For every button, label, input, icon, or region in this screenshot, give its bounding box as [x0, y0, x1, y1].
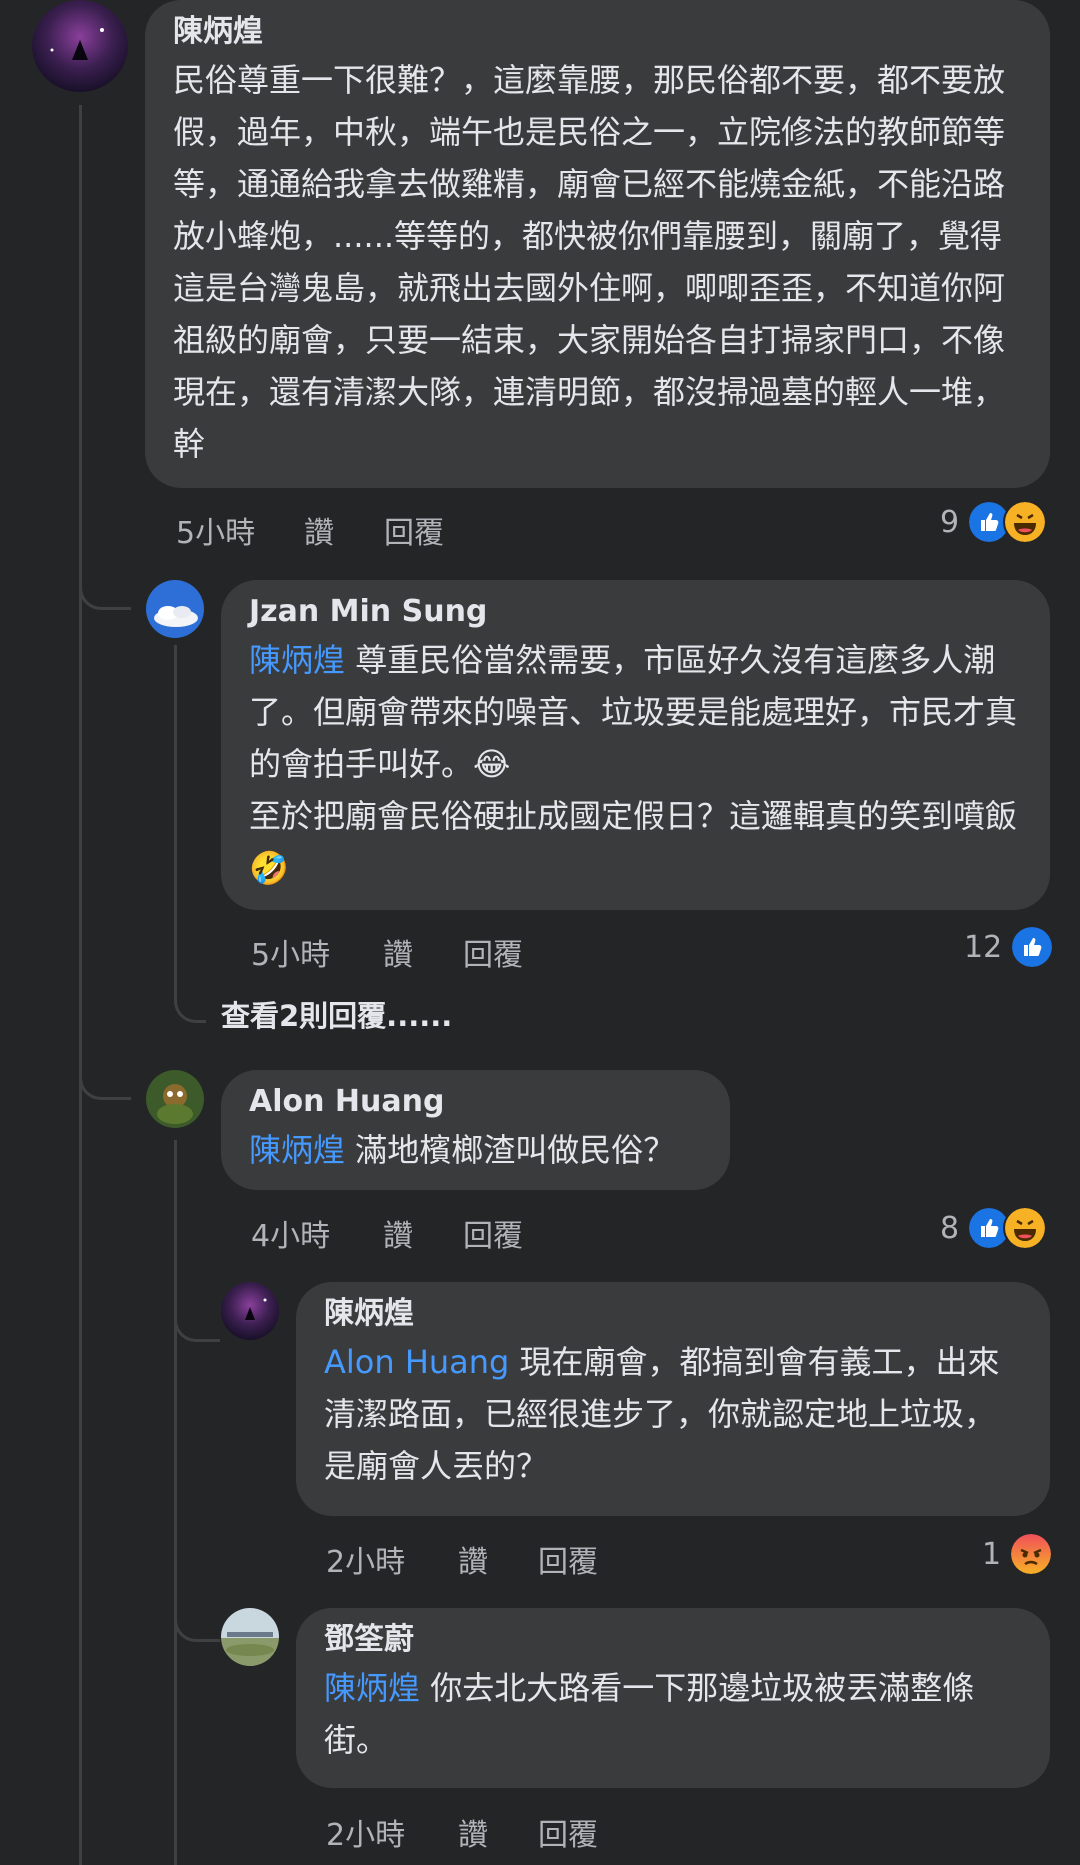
thread-line-main-3: [79, 1095, 82, 1865]
reply-button[interactable]: 回覆: [538, 1810, 598, 1854]
thread-line-main: [79, 105, 82, 605]
comment-bubble: 鄧筌蔚 陳炳煌 你去北大路看一下那邊垃圾被丟滿整條街。: [296, 1608, 1050, 1788]
comment-author[interactable]: Alon Huang: [249, 1082, 702, 1122]
thread-connector-1: [79, 560, 131, 610]
comment-author[interactable]: 鄧筌蔚: [324, 1620, 1022, 1660]
comment-author[interactable]: 陳炳煌: [324, 1294, 1022, 1334]
reply-button[interactable]: 回覆: [463, 1211, 523, 1255]
comment-author[interactable]: Jzan Min Sung: [249, 592, 1022, 632]
comment-meta: 4小時 讚 回覆: [251, 1211, 523, 1255]
mention-link[interactable]: 陳炳煌: [249, 1131, 345, 1169]
comment-body: 滿地檳榔渣叫做民俗？: [355, 1131, 676, 1169]
comment-text: 陳炳煌 滿地檳榔渣叫做民俗？: [249, 1124, 702, 1176]
thread-connector-view-more: [174, 975, 206, 1023]
like-button[interactable]: 讚: [458, 1537, 538, 1581]
mention-link[interactable]: 陳炳煌: [324, 1669, 420, 1707]
thread-connector-2: [79, 1050, 131, 1100]
rofl-emoji: 🤣: [249, 849, 289, 887]
thread-connector-4: [174, 1600, 220, 1642]
like-button[interactable]: 讚: [383, 1211, 463, 1255]
reply-button[interactable]: 回覆: [384, 508, 444, 552]
mention-link[interactable]: 陳炳煌: [249, 641, 345, 679]
comment-body: 你去北大路看一下那邊垃圾被丟滿整條街。: [324, 1669, 975, 1759]
reactions[interactable]: 8: [940, 1206, 1048, 1250]
thread-line-main-2: [79, 600, 82, 1100]
comment-meta: 2小時 讚 回覆: [326, 1810, 598, 1854]
reply-button[interactable]: 回覆: [463, 930, 523, 974]
like-button[interactable]: 讚: [458, 1810, 538, 1854]
comment-time[interactable]: 2小時: [326, 1537, 458, 1581]
reactions[interactable]: 9: [940, 500, 1048, 544]
view-more-replies-link[interactable]: 查看2則回覆......: [221, 993, 452, 1035]
comment-time[interactable]: 2小時: [326, 1810, 458, 1854]
comment-time[interactable]: 5小時: [251, 930, 383, 974]
comment-time[interactable]: 4小時: [251, 1211, 383, 1255]
comment-time[interactable]: 5小時: [176, 508, 304, 552]
like-button[interactable]: 讚: [304, 508, 384, 552]
reaction-count: 1: [982, 1536, 1002, 1572]
comment-text: Alon Huang 現在廟會，都搞到會有義工，出來清潔路面，已經很進步了，你就…: [324, 1336, 1022, 1492]
haha-reaction-icon: [1003, 1206, 1048, 1250]
like-button[interactable]: 讚: [383, 930, 463, 974]
avatar[interactable]: [32, 0, 128, 92]
comment-body-2: 至於把廟會民俗硬扯成國定假日？這邏輯真的笑到噴飯: [249, 797, 1018, 835]
like-reaction-icon: [1010, 925, 1055, 969]
comment-bubble: 陳炳煌 Alon Huang 現在廟會，都搞到會有義工，出來清潔路面，已經很進步…: [296, 1282, 1050, 1516]
avatar[interactable]: [221, 1282, 279, 1340]
reactions[interactable]: 1: [982, 1532, 1054, 1576]
mention-link[interactable]: Alon Huang: [324, 1343, 509, 1381]
avatar[interactable]: [221, 1608, 279, 1666]
reaction-count: 8: [940, 1210, 960, 1246]
avatar[interactable]: [146, 1070, 204, 1128]
comment-body: 尊重民俗當然需要，市區好久沒有這麼多人潮了。但廟會帶來的噪音、垃圾要是能處理好，…: [249, 641, 1018, 783]
haha-reaction-icon: [1003, 500, 1048, 544]
reactions[interactable]: 12: [964, 925, 1055, 969]
comment-text: 陳炳煌 你去北大路看一下那邊垃圾被丟滿整條街。: [324, 1662, 1022, 1766]
comment-text: 民俗尊重一下很難？，這麼靠腰，那民俗都不要，都不要放假，過年，中秋，端午也是民俗…: [173, 61, 1006, 463]
laughing-emoji: 😂: [473, 745, 511, 783]
reaction-count: 9: [940, 504, 960, 540]
comment-meta: 5小時 讚 回覆: [176, 508, 444, 552]
comment-author[interactable]: 陳炳煌: [173, 12, 1022, 52]
comment-text: 陳炳煌 尊重民俗當然需要，市區好久沒有這麼多人潮了。但廟會帶來的噪音、垃圾要是能…: [249, 634, 1022, 894]
reaction-count: 12: [964, 929, 1003, 965]
comment-bubble: Jzan Min Sung 陳炳煌 尊重民俗當然需要，市區好久沒有這麼多人潮了。…: [221, 580, 1050, 910]
angry-reaction-icon: [1009, 1532, 1054, 1576]
comment-meta: 5小時 讚 回覆: [251, 930, 523, 974]
reply-button[interactable]: 回覆: [538, 1537, 598, 1581]
thread-connector-3: [174, 1300, 220, 1342]
comment-meta: 2小時 讚 回覆: [326, 1537, 598, 1581]
thread-line-reply-1: [174, 645, 177, 985]
comment-bubble: Alon Huang 陳炳煌 滿地檳榔渣叫做民俗？: [221, 1070, 730, 1190]
comment-bubble: 陳炳煌 民俗尊重一下很難？，這麼靠腰，那民俗都不要，都不要放假，過年，中秋，端午…: [145, 0, 1050, 488]
avatar[interactable]: [146, 580, 204, 638]
